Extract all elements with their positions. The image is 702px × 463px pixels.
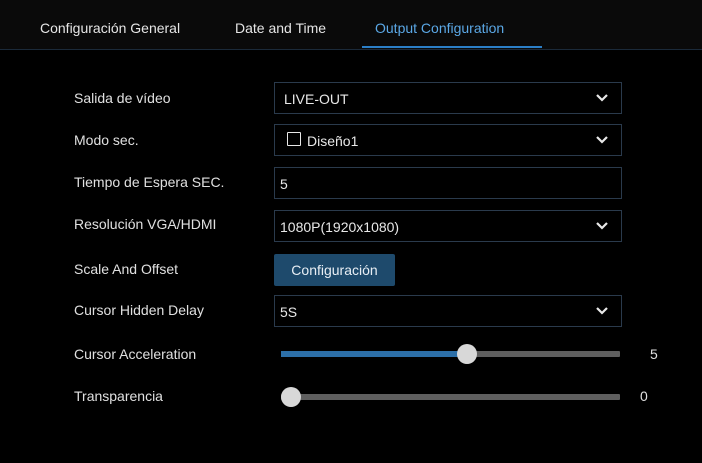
- sequence-mode-label: Modo sec.: [74, 132, 139, 148]
- cursor-hidden-delay-label: Cursor Hidden Delay: [74, 302, 204, 318]
- transparency-label: Transparencia: [74, 388, 163, 404]
- video-output-select[interactable]: LIVE-OUT: [274, 82, 622, 114]
- scale-offset-configure-button[interactable]: Configuración: [274, 254, 395, 286]
- cursor-hidden-delay-select[interactable]: 5S: [274, 295, 622, 327]
- chevron-down-icon: [596, 94, 608, 102]
- transparency-slider[interactable]: [281, 387, 620, 407]
- chevron-down-icon: [596, 222, 608, 230]
- tab-general-configuration[interactable]: Configuración General: [40, 20, 180, 36]
- cursor-acceleration-slider[interactable]: [281, 344, 620, 364]
- resolution-label: Resolución VGA/HDMI: [74, 216, 217, 232]
- transparency-handle[interactable]: [281, 387, 301, 407]
- tab-bar: Configuración General Date and Time Outp…: [0, 0, 702, 50]
- cursor-acceleration-label: Cursor Acceleration: [74, 346, 197, 362]
- tab-date-and-time[interactable]: Date and Time: [235, 20, 326, 36]
- cursor-acceleration-value: 5: [650, 346, 658, 362]
- output-configuration-window: Configuración General Date and Time Outp…: [0, 0, 702, 463]
- checkbox-icon[interactable]: [287, 132, 301, 146]
- resolution-value: 1080P(1920x1080): [280, 219, 400, 235]
- transparency-value: 0: [640, 388, 648, 404]
- cursor-hidden-delay-value: 5S: [280, 304, 298, 320]
- sequence-mode-select[interactable]: Diseño1: [274, 124, 622, 156]
- cursor-acceleration-handle[interactable]: [457, 344, 478, 364]
- sequence-timeout-input[interactable]: 5: [274, 167, 622, 199]
- tab-output-configuration[interactable]: Output Configuration: [375, 20, 504, 36]
- active-tab-indicator: [362, 46, 542, 48]
- resolution-select[interactable]: 1080P(1920x1080): [274, 210, 622, 242]
- video-output-label: Salida de vídeo: [74, 90, 171, 106]
- sequence-mode-value: Diseño1: [307, 133, 359, 149]
- scale-offset-label: Scale And Offset: [74, 261, 179, 277]
- sequence-timeout-value: 5: [280, 176, 288, 192]
- sequence-timeout-label: Tiempo de Espera SEC.: [74, 174, 225, 190]
- video-output-value: LIVE-OUT: [284, 91, 349, 107]
- chevron-down-icon: [596, 136, 608, 144]
- chevron-down-icon: [596, 307, 608, 315]
- cursor-acceleration-fill: [281, 351, 468, 357]
